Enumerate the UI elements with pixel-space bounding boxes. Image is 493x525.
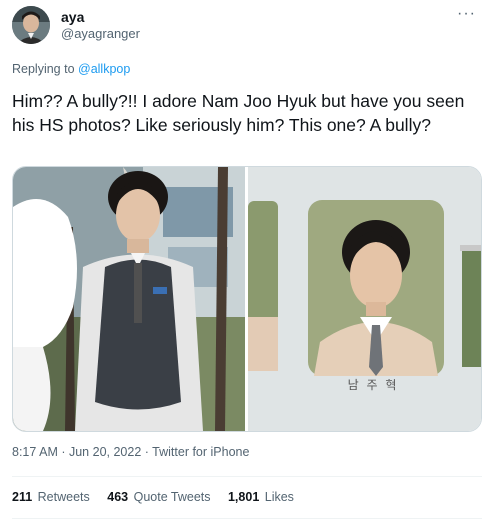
more-options-icon[interactable]: ··· (457, 6, 476, 22)
avatar-image (12, 6, 50, 44)
likes-label: Likes (264, 490, 294, 504)
likes-stat[interactable]: 1,801 Likes (228, 490, 294, 504)
tweet-date[interactable]: Jun 20, 2022 (69, 445, 141, 459)
meta-separator: · (57, 445, 69, 459)
media-photo-right[interactable]: 남 주 혁 (248, 167, 481, 431)
divider (12, 476, 482, 477)
likes-count: 1,801 (227, 490, 260, 504)
tweet-header: aya @ayagranger ··· (12, 6, 482, 48)
author-name[interactable]: aya (61, 9, 84, 25)
yearbook-photo-image: 남 주 혁 (248, 167, 481, 431)
tweet-text: Him?? A bully?!! I adore Nam Joo Hyuk bu… (12, 91, 465, 135)
replying-to-label: Replying to (12, 62, 79, 76)
replying-to-link[interactable]: @allkpop (78, 62, 130, 76)
retweets-count: 211 (12, 490, 33, 504)
retweets-stat[interactable]: 211 Retweets (12, 490, 90, 504)
author-handle[interactable]: @ayagranger (61, 26, 140, 41)
tweet-media[interactable]: 남 주 혁 (12, 166, 482, 432)
student-photo-image (13, 167, 245, 431)
avatar[interactable] (12, 6, 50, 44)
tweet-stats: 211 Retweets 463 Quote Tweets 1,801 Like… (12, 490, 308, 504)
quote-tweets-label: Quote Tweets (133, 490, 211, 504)
tweet-source[interactable]: Twitter for iPhone (152, 445, 249, 459)
tweet-time[interactable]: 8:17 AM (12, 445, 58, 459)
meta-separator: · (141, 445, 153, 459)
yearbook-caption: 남 주 혁 (348, 378, 399, 392)
retweets-label: Retweets (37, 490, 90, 504)
quote-tweets-stat[interactable]: 463 Quote Tweets (107, 490, 210, 504)
quote-tweets-count: 463 (107, 490, 129, 504)
divider (12, 518, 482, 519)
tweet-meta: 8:17 AM · Jun 20, 2022 · Twitter for iPh… (12, 445, 249, 459)
replying-to: Replying to @allkpop (12, 62, 130, 76)
media-photo-left[interactable] (13, 167, 245, 431)
